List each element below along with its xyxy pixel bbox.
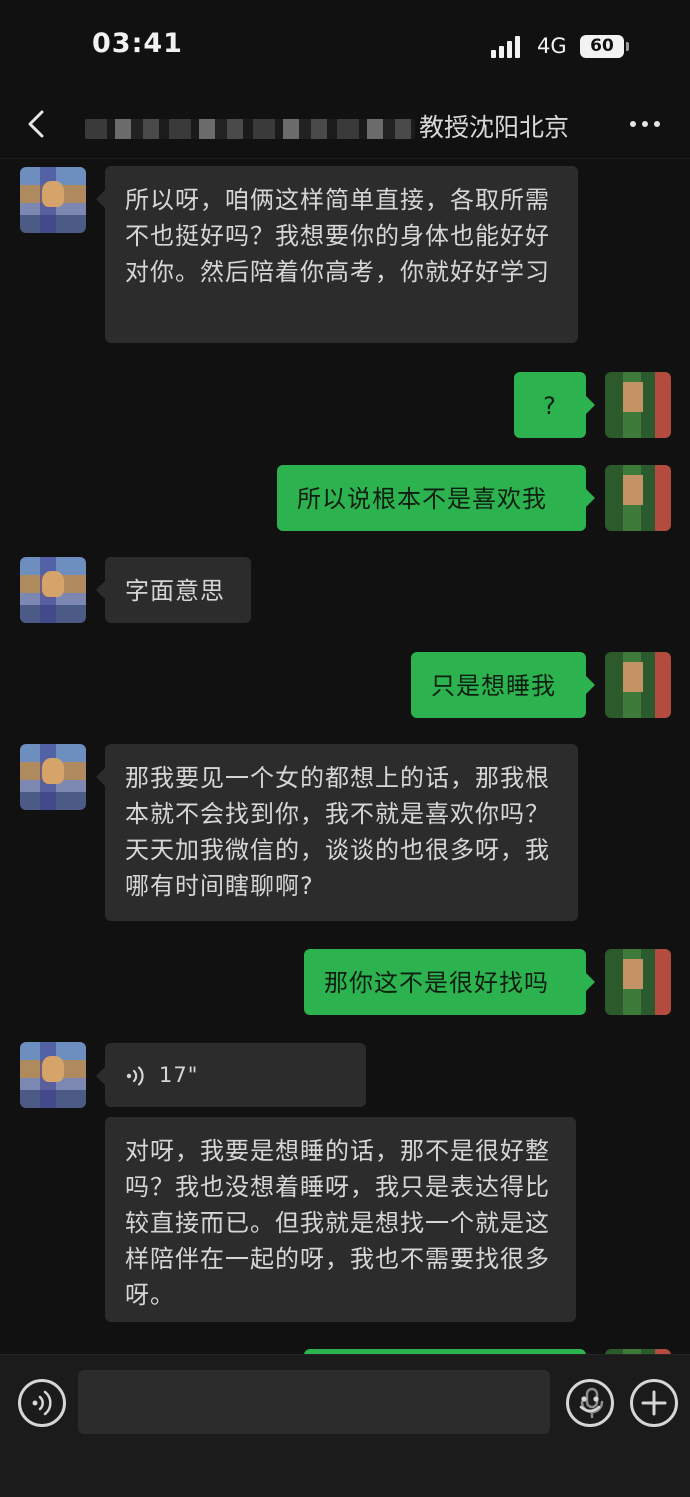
message-input[interactable]: [78, 1370, 604, 1434]
message-bubble[interactable]: 那我要见一个女的都想上的话，那我根本就不会找到你，我不就是喜欢你吗？天天加我微信…: [96, 744, 578, 921]
avatar[interactable]: [20, 744, 86, 810]
voice-message[interactable]: 17": [96, 1043, 366, 1107]
signal-icon: [491, 36, 527, 58]
avatar[interactable]: [605, 652, 671, 718]
battery-level: 60: [590, 36, 614, 56]
battery-icon: 60: [580, 35, 624, 58]
avatar[interactable]: [605, 949, 671, 1015]
status-bar: 03:41 4G 60: [0, 0, 690, 92]
chat-title: 教授沈阳北京: [85, 108, 605, 140]
input-bar: [0, 1354, 690, 1497]
voice-duration: 17": [159, 1063, 199, 1087]
message-bubble[interactable]: 只是想睡我: [411, 652, 595, 718]
avatar[interactable]: [20, 1042, 86, 1108]
message-list[interactable]: 所以呀，咱俩这样简单直接，各取所需不也挺好吗？我想要你的身体也能好好对你。然后陪…: [0, 159, 690, 1354]
avatar[interactable]: [605, 465, 671, 531]
avatar[interactable]: [20, 557, 86, 623]
more-dots-icon[interactable]: [628, 112, 662, 136]
message-bubble[interactable]: ?: [514, 372, 595, 438]
message-bubble[interactable]: 所以说根本不是喜欢我: [277, 465, 595, 531]
message-bubble[interactable]: 所以呀，咱俩这样简单直接，各取所需不也挺好吗？我想要你的身体也能好好对你。然后陪…: [96, 166, 578, 343]
network-type: 4G: [537, 34, 567, 58]
chevron-left-icon[interactable]: [22, 106, 54, 142]
battery-tip: [626, 42, 629, 51]
chat-title-text: 教授沈阳北京: [419, 113, 570, 140]
chat-header: 教授沈阳北京: [0, 92, 690, 159]
pixelated-title: [85, 119, 415, 139]
plus-icon[interactable]: [630, 1379, 678, 1427]
emoji-icon[interactable]: [566, 1379, 614, 1427]
message-bubble[interactable]: 那你这不是很好找吗: [304, 949, 595, 1015]
voice-transcript[interactable]: 对呀，我要是想睡的话，那不是很好整吗？我也没想着睡呀，我只是表达得比较直接而已。…: [105, 1117, 576, 1322]
avatar[interactable]: [20, 167, 86, 233]
voice-mode-icon[interactable]: [18, 1379, 66, 1427]
message-bubble[interactable]: 字面意思: [96, 557, 251, 623]
status-time: 03:41: [92, 28, 183, 59]
avatar[interactable]: [605, 372, 671, 438]
voice-wave-icon: [126, 1066, 144, 1086]
